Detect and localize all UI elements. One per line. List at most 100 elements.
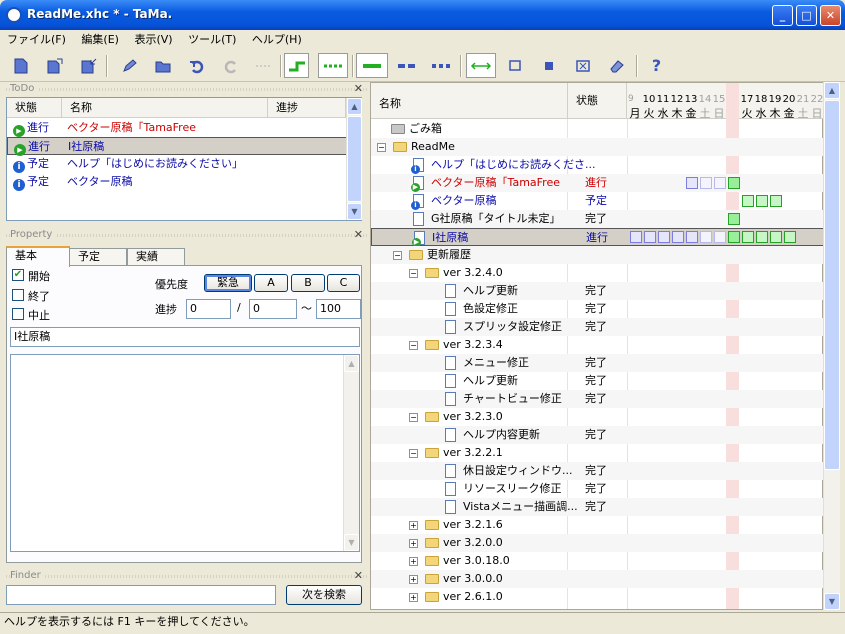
collapse-icon[interactable]: − — [409, 341, 418, 350]
todo-col-progress[interactable]: 進捗 — [268, 98, 346, 118]
gantt-cell[interactable] — [742, 231, 754, 243]
collapse-icon[interactable]: − — [393, 251, 402, 260]
dots-arrow-icon[interactable] — [252, 53, 277, 78]
tree-row[interactable]: 色設定修正 完了 — [371, 300, 824, 318]
gantt-cell[interactable] — [644, 231, 656, 243]
todo-row[interactable]: ▶ 進行 I社原稿 — [7, 137, 347, 156]
gantt-cell[interactable] — [756, 195, 768, 207]
scroll-thumb[interactable] — [347, 116, 362, 202]
todo-row[interactable]: ▶ 進行 ベクター原稿「TamaFree — [7, 119, 347, 137]
progress-max-input[interactable]: 100 — [316, 299, 361, 319]
gantt-cell[interactable] — [742, 195, 754, 207]
gantt-cell[interactable] — [714, 231, 726, 243]
memo-scrollbar[interactable]: ▲ ▼ — [343, 355, 359, 551]
title-bar[interactable]: ReadMe.xhc * - TaMa. _ □ ✕ — [0, 0, 845, 30]
scroll-down-icon[interactable]: ▼ — [824, 593, 840, 610]
gantt-cell[interactable] — [756, 231, 768, 243]
todo-row[interactable]: i 予定 ヘルプ「はじめにお読みください」 — [7, 155, 347, 173]
tab-basic[interactable]: 基本 — [6, 246, 70, 267]
tree-row[interactable]: − 更新履歴 — [371, 246, 824, 264]
finder-search-input[interactable] — [6, 585, 276, 605]
priority-c-button[interactable]: C — [327, 274, 360, 292]
collapse-icon[interactable]: − — [409, 269, 418, 278]
finder-close-button[interactable]: ✕ — [354, 569, 363, 582]
tree-row[interactable]: スプリッタ設定修正 完了 — [371, 318, 824, 336]
todo-row[interactable]: i 予定 ベクター原稿 — [7, 173, 347, 191]
dash-icon[interactable] — [392, 53, 422, 78]
tree-scrollbar[interactable]: ▲ ▼ — [823, 82, 840, 610]
tree-row[interactable]: チャートビュー修正 完了 — [371, 390, 824, 408]
tree-row[interactable]: リソースリーク修正 完了 — [371, 480, 824, 498]
scroll-up-icon[interactable]: ▲ — [824, 82, 840, 99]
eraser-icon[interactable] — [604, 53, 629, 78]
line-thick-icon[interactable] — [356, 53, 388, 78]
square-outline-icon[interactable] — [502, 53, 527, 78]
tree-row[interactable]: メニュー修正 完了 — [371, 354, 824, 372]
tree-row[interactable]: + ver 3.2.0.0 — [371, 534, 824, 552]
gantt-cell[interactable] — [672, 231, 684, 243]
pencil-icon[interactable] — [116, 53, 141, 78]
scroll-down-icon[interactable]: ▼ — [344, 534, 359, 551]
menu-tools[interactable]: ツール(T) — [183, 30, 241, 48]
todo-col-status[interactable]: 状態 — [7, 98, 62, 118]
help-icon[interactable]: ? — [644, 53, 669, 78]
minimize-button[interactable]: _ — [772, 5, 793, 26]
tree-row[interactable]: ヘルプ更新 完了 — [371, 282, 824, 300]
scroll-up-icon[interactable]: ▲ — [344, 355, 359, 372]
fit-width-icon[interactable] — [466, 53, 496, 78]
end-checkbox[interactable] — [12, 289, 24, 301]
tab-plan[interactable]: 予定 — [69, 248, 127, 266]
expand-icon[interactable]: + — [409, 557, 418, 566]
memo-textarea[interactable]: ▲ ▼ — [10, 354, 360, 552]
tree-row[interactable]: − ver 3.2.3.4 — [371, 336, 824, 354]
tree-gantt-view[interactable]: 名称 状態 99月10火11水12木13金14土15日16月17火18水19木2… — [370, 82, 824, 610]
collapse-icon[interactable]: − — [409, 449, 418, 458]
scroll-up-icon[interactable]: ▲ — [347, 98, 362, 115]
tree-row[interactable]: − ver 3.2.3.0 — [371, 408, 824, 426]
tree-row[interactable]: + ver 2.6.1.0 — [371, 588, 824, 606]
gantt-cell[interactable] — [728, 213, 740, 225]
todo-scrollbar[interactable]: ▲ ▼ — [346, 98, 362, 220]
import-icon[interactable] — [76, 53, 101, 78]
tab-actual[interactable]: 実績 — [127, 248, 185, 266]
tree-row[interactable]: Vistaメニュー描画調... 完了 — [371, 498, 824, 516]
menu-help[interactable]: ヘルプ(H) — [247, 30, 307, 48]
scroll-down-icon[interactable]: ▼ — [347, 203, 362, 220]
todo-col-name[interactable]: 名称 — [62, 98, 268, 118]
new-doc-icon[interactable] — [8, 53, 33, 78]
gantt-cell[interactable] — [728, 177, 740, 189]
gantt-cell[interactable] — [686, 231, 698, 243]
gantt-cell[interactable] — [630, 231, 642, 243]
redo-icon[interactable] — [218, 53, 243, 78]
scroll-thumb[interactable] — [824, 100, 840, 470]
tree-col-status[interactable]: 状態 — [567, 83, 627, 119]
tree-col-name[interactable]: 名称 — [379, 95, 401, 111]
gantt-cell[interactable] — [700, 177, 712, 189]
gantt-cell[interactable] — [770, 231, 782, 243]
folder-icon[interactable] — [150, 53, 175, 78]
menu-view[interactable]: 表示(V) — [129, 30, 177, 48]
expand-icon[interactable]: + — [409, 593, 418, 602]
tree-row[interactable]: ヘルプ更新 完了 — [371, 372, 824, 390]
step-icon[interactable] — [284, 53, 309, 78]
tree-row[interactable]: ごみ箱 — [371, 120, 824, 138]
undo-icon[interactable] — [184, 53, 209, 78]
property-close-button[interactable]: ✕ — [354, 228, 363, 241]
maximize-button[interactable]: □ — [796, 5, 817, 26]
tree-row[interactable]: G社原稿「タイトル未定」 完了 — [371, 210, 824, 228]
todo-close-button[interactable]: ✕ — [354, 82, 363, 95]
gantt-cell[interactable] — [686, 177, 698, 189]
tree-row[interactable]: + ver 3.0.0.0 — [371, 570, 824, 588]
tree-row[interactable]: − ver 3.2.4.0 — [371, 264, 824, 282]
tree-row[interactable]: − ver 3.2.2.1 — [371, 444, 824, 462]
collapse-icon[interactable]: − — [377, 143, 386, 152]
collapse-icon[interactable]: − — [409, 413, 418, 422]
task-name-input[interactable]: I社原稿 — [10, 327, 360, 347]
tree-row[interactable]: + ver 3.2.1.6 — [371, 516, 824, 534]
start-checkbox[interactable]: ✔ — [12, 269, 24, 281]
dotted-line-icon[interactable] — [426, 53, 456, 78]
menu-file[interactable]: ファイル(F) — [2, 30, 71, 48]
progress-total-input[interactable]: 0 — [249, 299, 297, 319]
tree-row[interactable]: + ver 3.0.18.0 — [371, 552, 824, 570]
progress-input[interactable]: 0 — [186, 299, 231, 319]
